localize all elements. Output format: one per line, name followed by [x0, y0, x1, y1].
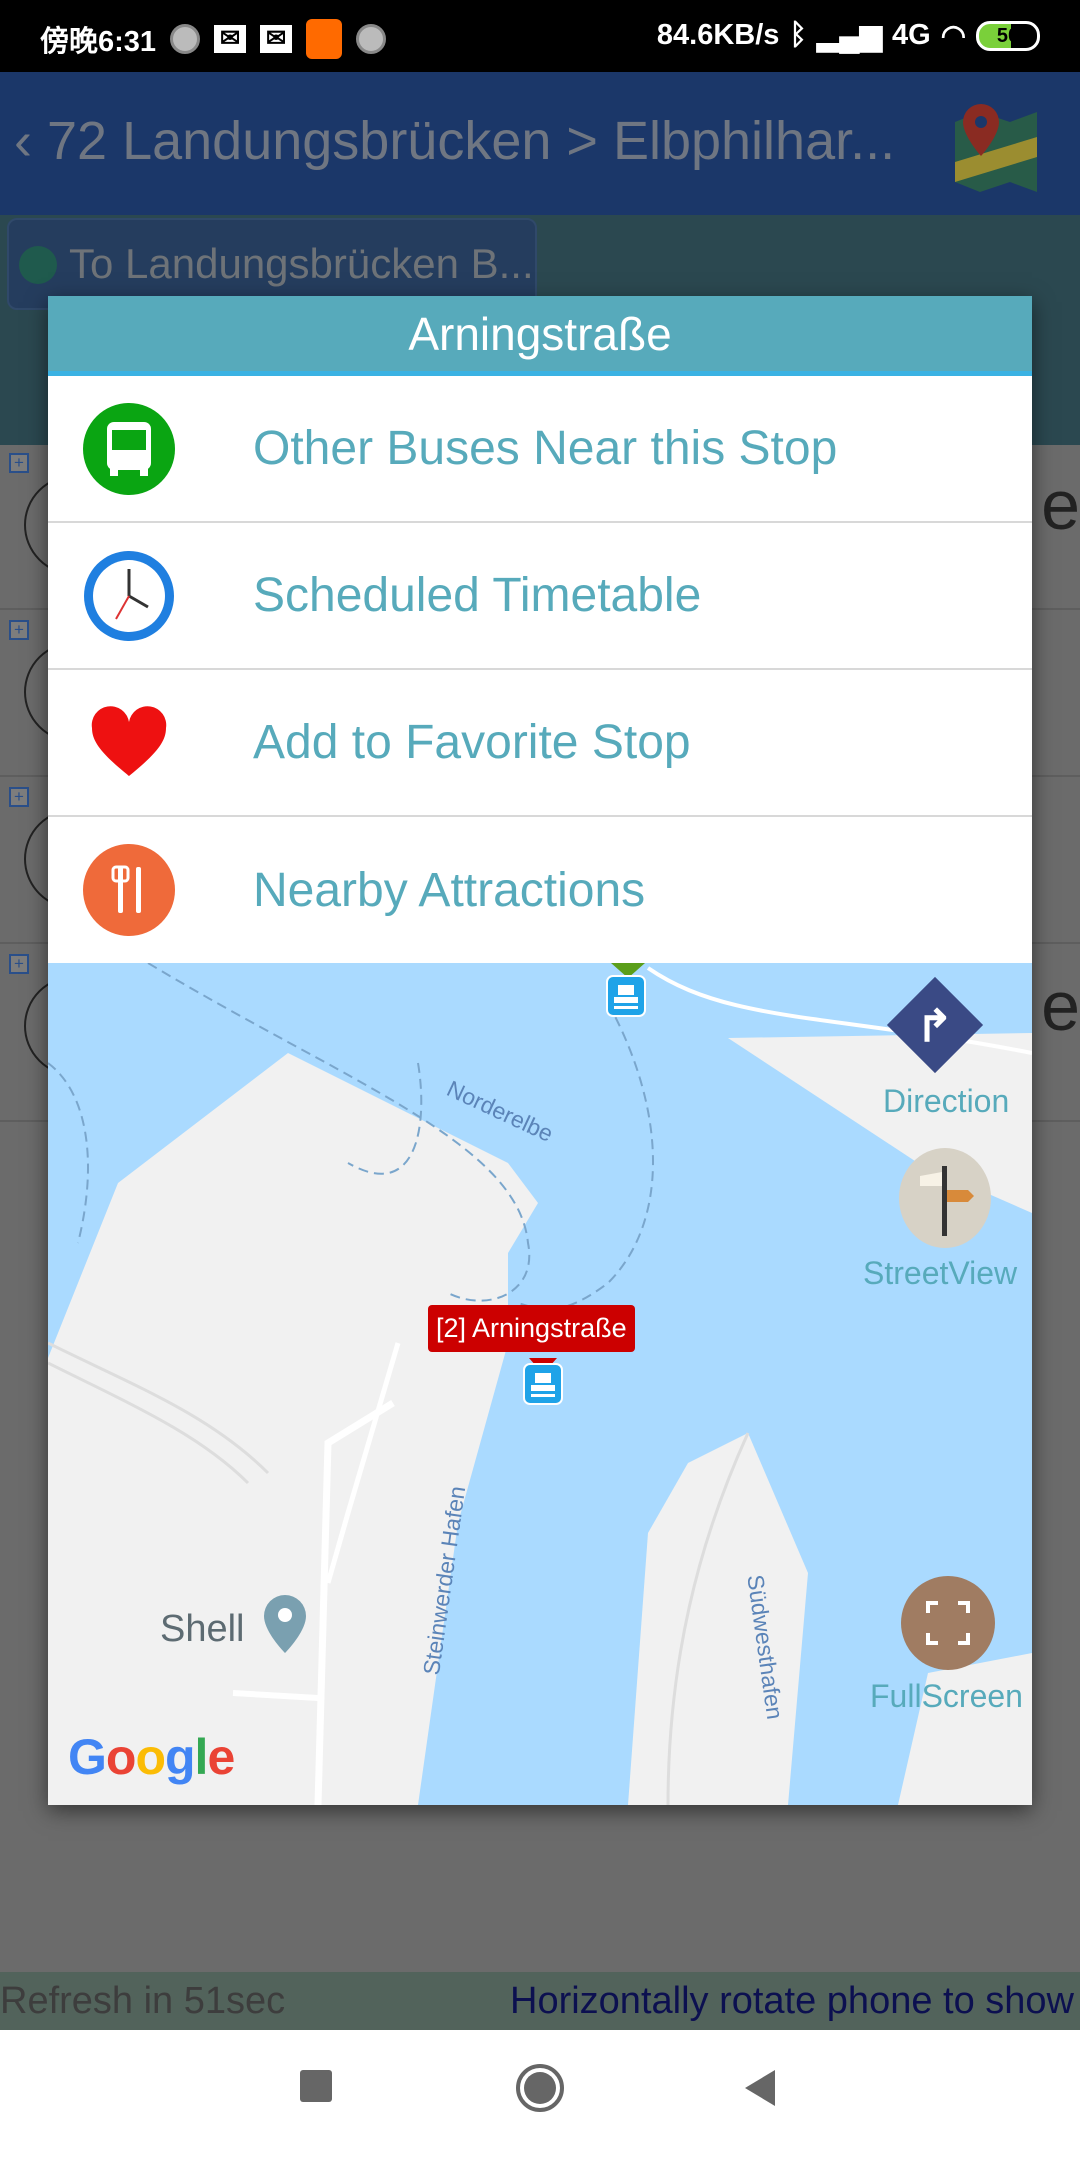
battery-icon: 50 [976, 20, 1040, 51]
menu-item-timetable[interactable]: Scheduled Timetable [48, 523, 1032, 670]
heart-icon [91, 706, 167, 776]
signal-icon: ▂▄▆ [816, 20, 882, 52]
app-header: ‹ 72 Landungsbrücken > Elbphilhar... [0, 72, 1080, 215]
notification-icon [170, 24, 201, 54]
back-button[interactable] [745, 2070, 775, 2106]
route-title-text: 72 Landungsbrücken > Elbphilhar... [47, 111, 896, 171]
bus-icon [19, 246, 57, 284]
dialog-title: Arningstraße [48, 296, 1032, 376]
streetview-icon[interactable] [898, 1148, 992, 1248]
expand-icon[interactable]: + [9, 787, 29, 807]
menu-item-favorite[interactable]: Add to Favorite Stop [48, 670, 1032, 817]
menu-item-label: Other Buses Near this Stop [253, 422, 838, 475]
stop-options-dialog: Arningstraße Other Buses Near this Stop … [48, 296, 1032, 1805]
ferry-stop-icon[interactable] [523, 1363, 563, 1405]
network-type: 4G [892, 19, 931, 51]
fullscreen-icon[interactable] [900, 1575, 996, 1671]
stop-marker-label[interactable]: [2] Arningstraße [428, 1305, 635, 1352]
system-nav-bar [0, 2030, 1080, 2160]
direction-button[interactable]: Direction [883, 1083, 1009, 1120]
google-logo: Google [68, 1729, 235, 1785]
menu-item-label: Scheduled Timetable [253, 569, 702, 622]
expand-icon[interactable]: + [9, 620, 29, 640]
bus-icon [83, 403, 175, 495]
clock-icon [84, 551, 174, 641]
bluetooth-icon: ᛒ [789, 19, 807, 51]
map-view[interactable]: Norderelbe Steinwerder Hafen Südwesthafe… [48, 963, 1032, 1805]
wifi-icon: ◠ [940, 20, 966, 52]
tab-label: To Landungsbrücken B... [69, 240, 534, 287]
streetview-button[interactable]: StreetView [863, 1255, 1017, 1292]
expand-icon[interactable]: + [9, 954, 29, 974]
fullscreen-button[interactable]: FullScreen [870, 1678, 1023, 1715]
refresh-countdown: Refresh in 51sec [0, 1980, 286, 2022]
network-speed: 84.6KB/s [656, 19, 780, 51]
marker-label-text: [2] Arningstraße [436, 1313, 627, 1343]
poi-pin-icon[interactable] [262, 1593, 308, 1655]
row-text: e [1041, 466, 1080, 544]
bottom-info-bar: Refresh in 51sec Horizontally rotate pho… [0, 1972, 1080, 2030]
gmail-icon: ✉ [214, 25, 247, 53]
restaurant-icon [83, 844, 175, 936]
home-button[interactable] [516, 2064, 564, 2112]
recents-button[interactable] [300, 2070, 332, 2102]
status-bar: 傍晚6:31 ✉ ✉ 84.6KB/s ᛒ ▂▄▆ 4G ◠ 50 [0, 0, 1080, 72]
poi-label: Shell [160, 1608, 245, 1650]
ferry-stop-icon[interactable] [606, 975, 646, 1017]
google-maps-icon[interactable] [955, 102, 1037, 192]
notification-icon [356, 24, 387, 54]
turn-right-arrow-icon: ↱ [916, 1002, 953, 1051]
chevron-left-icon[interactable]: ‹ [14, 111, 47, 171]
menu-item-other-buses[interactable]: Other Buses Near this Stop [48, 376, 1032, 523]
route-title[interactable]: ‹ 72 Landungsbrücken > Elbphilhar... [14, 110, 895, 172]
expand-icon[interactable]: + [9, 453, 29, 473]
rotate-hint: Horizontally rotate phone to show [510, 1980, 1074, 2022]
mi-icon [306, 19, 343, 59]
row-text: e [1041, 967, 1080, 1045]
status-time: 傍晚6:31 [40, 26, 157, 58]
menu-item-label: Nearby Attractions [253, 864, 646, 917]
menu-item-attractions[interactable]: Nearby Attractions [48, 817, 1032, 964]
menu-item-label: Add to Favorite Stop [253, 716, 691, 769]
gmail-icon: ✉ [260, 25, 293, 53]
